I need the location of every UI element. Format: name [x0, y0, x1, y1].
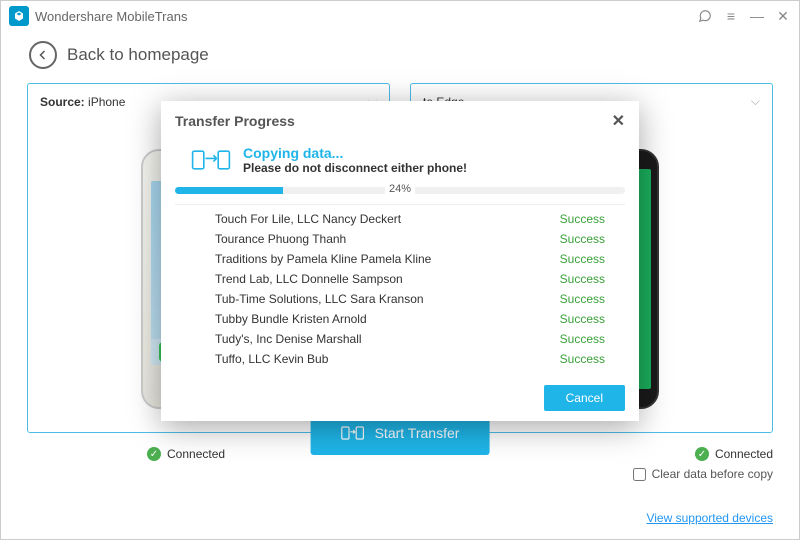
progress-bar: 24%: [175, 187, 625, 194]
check-icon: ✓: [695, 447, 709, 461]
supported-devices-link[interactable]: View supported devices: [646, 511, 773, 525]
close-icon[interactable]: ✕: [775, 8, 791, 24]
copying-label: Copying data...: [243, 145, 467, 161]
item-status: Success: [560, 272, 605, 286]
transfer-progress-dialog: Transfer Progress ✕ Copying data... Plea…: [161, 101, 639, 421]
clear-data-input[interactable]: [633, 468, 646, 481]
list-item: Touch For Lile, LLC Nancy Deckert Success: [175, 209, 625, 229]
dialog-title: Transfer Progress: [175, 113, 295, 129]
source-device: iPhone: [88, 95, 125, 109]
list-item: Tubby Bundle Kristen Arnold Success: [175, 309, 625, 329]
item-name: Tudy's, Inc Denise Marshall: [215, 332, 362, 346]
item-status: Success: [560, 232, 605, 246]
list-item: Traditions by Pamela Kline Pamela Kline S…: [175, 249, 625, 269]
menu-icon[interactable]: ≡: [723, 8, 739, 24]
source-label: Source:: [40, 95, 85, 109]
progress-percent: 24%: [385, 183, 415, 195]
back-label: Back to homepage: [67, 45, 209, 65]
transfer-icon: [341, 423, 365, 443]
item-status: Success: [560, 312, 605, 326]
item-name: Traditions by Pamela Kline Pamela Kline: [215, 252, 431, 266]
item-status: Success: [560, 212, 605, 226]
item-name: Tubby Bundle Kristen Arnold: [215, 312, 367, 326]
item-status: Success: [560, 352, 605, 366]
list-item: Tourance Phuong Thanh Success: [175, 229, 625, 249]
dialog-close-icon[interactable]: ✕: [612, 111, 625, 131]
item-name: Tourance Phuong Thanh: [215, 232, 346, 246]
item-name: Tub-Time Solutions, LLC Sara Kranson: [215, 292, 424, 306]
transfer-icon: [191, 145, 231, 175]
feedback-icon[interactable]: [697, 8, 713, 24]
clear-data-checkbox[interactable]: Clear data before copy: [633, 467, 773, 481]
minimize-icon[interactable]: —: [749, 8, 765, 24]
item-status: Success: [560, 292, 605, 306]
dest-status: ✓ Connected: [633, 447, 773, 461]
item-name: Trend Lab, LLC Donnelle Sampson: [215, 272, 403, 286]
warning-label: Please do not disconnect either phone!: [243, 161, 467, 175]
item-name: Touch For Lile, LLC Nancy Deckert: [215, 212, 401, 226]
list-item: Tudy's, Inc Denise Marshall Success: [175, 329, 625, 349]
transfer-list[interactable]: Touch For Lile, LLC Nancy Deckert Success…: [175, 204, 625, 367]
item-status: Success: [560, 252, 605, 266]
check-icon: ✓: [147, 447, 161, 461]
app-title: Wondershare MobileTrans: [35, 9, 697, 24]
item-name: Tuffo, LLC Kevin Bub: [215, 352, 328, 366]
source-status: ✓ Connected: [147, 447, 225, 461]
list-item: Tuffo, LLC Kevin Bub Success: [175, 349, 625, 367]
item-status: Success: [560, 332, 605, 346]
list-item: Trend Lab, LLC Donnelle Sampson Success: [175, 269, 625, 289]
app-logo: [9, 6, 29, 26]
cancel-button[interactable]: Cancel: [544, 385, 625, 411]
list-item: Tub-Time Solutions, LLC Sara Kranson Succ…: [175, 289, 625, 309]
chevron-down-icon[interactable]: ⌵: [751, 94, 760, 109]
back-button[interactable]: [29, 41, 57, 69]
